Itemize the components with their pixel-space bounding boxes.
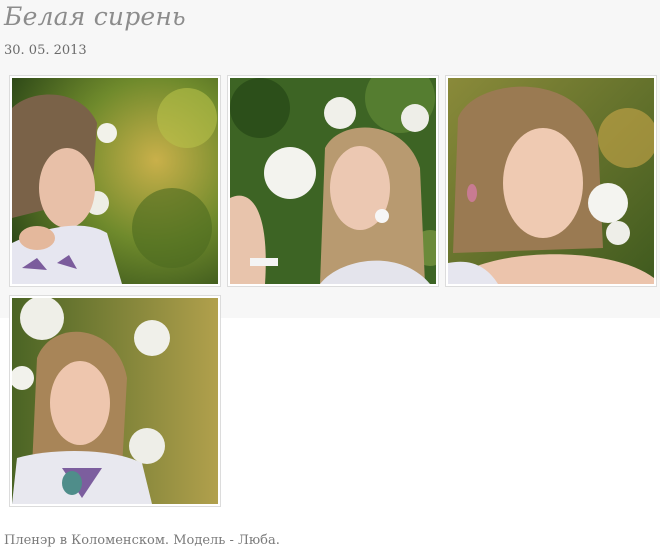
gallery-photo-2[interactable] — [227, 75, 439, 287]
post-date: 30. 05. 2013 — [4, 43, 87, 58]
photo-1-image — [12, 78, 218, 284]
photo-4-image — [12, 298, 218, 504]
gallery-photo-1[interactable] — [9, 75, 221, 287]
photo-2-image — [230, 78, 436, 284]
photo-3-image — [448, 78, 654, 284]
gallery-photo-3[interactable] — [445, 75, 657, 287]
post-title[interactable]: Белая сирень — [4, 2, 186, 31]
gallery-photo-4[interactable] — [9, 295, 221, 507]
post-caption: Пленэр в Коломенском. Модель - Люба. — [4, 533, 280, 548]
